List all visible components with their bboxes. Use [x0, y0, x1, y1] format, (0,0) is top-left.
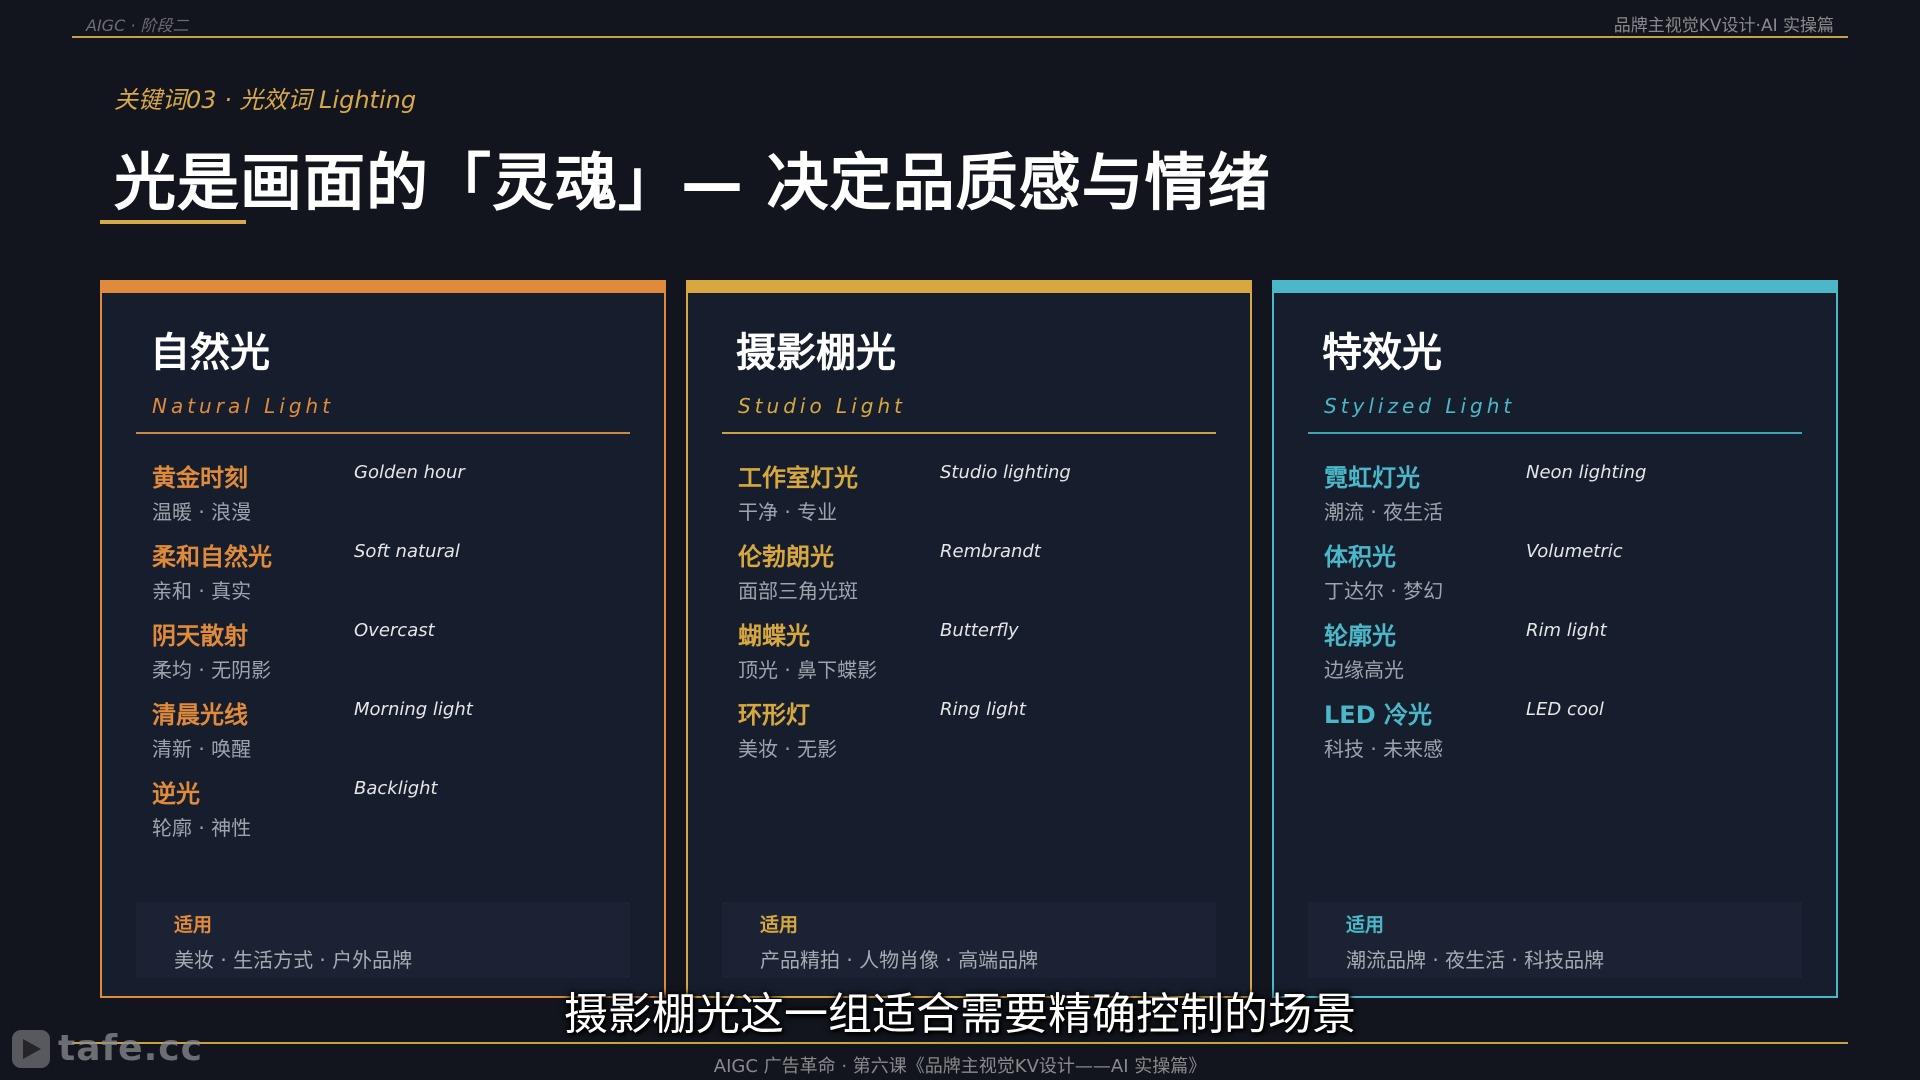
list-item: 轮廓光 边缘高光 Rim light: [1324, 616, 1794, 695]
item-name: 阴天散射: [152, 622, 248, 650]
item-en: Volumetric: [1526, 541, 1623, 562]
usage-label: 适用: [760, 914, 799, 936]
footer-divider: [72, 1042, 1848, 1044]
item-en: Rembrandt: [940, 541, 1041, 562]
list-item: 清晨光线 清新 · 唤醒 Morning light: [152, 695, 622, 774]
item-desc: 面部三角光斑: [738, 579, 858, 603]
list-item: 阴天散射 柔均 · 无阴影 Overcast: [152, 616, 622, 695]
footer-text: AIGC 广告革命 · 第六课《品牌主视觉KV设计——AI 实操篇》: [713, 1056, 1207, 1077]
item-en: Rim light: [1526, 620, 1607, 641]
item-en: Morning light: [354, 699, 473, 720]
item-desc: 轮廓 · 神性: [152, 816, 252, 840]
item-name: 体积光: [1324, 543, 1396, 571]
item-desc: 温暖 · 浪漫: [152, 500, 252, 524]
item-desc: 亲和 · 真实: [152, 579, 252, 603]
list-item: 逆光 轮廓 · 神性 Backlight: [152, 774, 622, 853]
item-en: Backlight: [354, 778, 438, 799]
item-name: 逆光: [152, 780, 200, 808]
item-name: 轮廓光: [1324, 622, 1396, 650]
usage-box: 适用 产品精拍 · 人物肖像 · 高端品牌: [722, 902, 1216, 978]
card-title: 自然光: [150, 330, 270, 376]
top-bar: AIGC · 阶段二 品牌主视觉KV设计·AI 实操篇: [72, 10, 1848, 38]
item-desc: 清新 · 唤醒: [152, 737, 252, 761]
item-name: 霓虹灯光: [1324, 464, 1420, 492]
item-desc: 丁达尔 · 梦幻: [1324, 579, 1444, 603]
card-accent-bar: [1272, 280, 1838, 293]
item-desc: 潮流 · 夜生活: [1324, 500, 1444, 524]
course-label: 品牌主视觉KV设计·AI 实操篇: [1613, 16, 1834, 36]
usage-box: 适用 美妆 · 生活方式 · 户外品牌: [136, 902, 630, 978]
usage-label: 适用: [1346, 914, 1385, 936]
item-desc: 柔均 · 无阴影: [152, 658, 272, 682]
card-divider: [136, 432, 630, 434]
card-natural-light: 自然光 Natural Light 黄金时刻 温暖 · 浪漫 Golden ho…: [100, 280, 666, 998]
card-subtitle: Natural Light: [152, 394, 335, 418]
card-title: 摄影棚光: [736, 330, 896, 376]
item-en: Neon lighting: [1526, 462, 1647, 483]
item-en: Overcast: [354, 620, 435, 641]
stage-label: AIGC · 阶段二: [86, 16, 189, 35]
item-name: 伦勃朗光: [738, 543, 834, 571]
card-divider: [722, 432, 1216, 434]
video-subtitle: 摄影棚光这一组适合需要精确控制的场景: [564, 989, 1356, 1040]
item-en: Ring light: [940, 699, 1026, 720]
title-underline: [100, 220, 246, 224]
list-item: 柔和自然光 亲和 · 真实 Soft natural: [152, 537, 622, 616]
card-divider: [1308, 432, 1802, 434]
card-subtitle: Studio Light: [738, 394, 906, 418]
item-name: 清晨光线: [152, 701, 248, 729]
card-title: 特效光: [1322, 330, 1442, 376]
item-desc: 边缘高光: [1324, 658, 1404, 682]
item-name: 工作室灯光: [738, 464, 858, 492]
list-item: LED 冷光 科技 · 未来感 LED cool: [1324, 695, 1794, 774]
play-logo-icon: [12, 1030, 50, 1068]
item-desc: 顶光 · 鼻下蝶影: [738, 658, 878, 682]
watermark-text: tafe.cc: [58, 1028, 203, 1069]
item-name: 环形灯: [738, 701, 810, 729]
card-accent-bar: [100, 280, 666, 293]
usage-label: 适用: [174, 914, 213, 936]
list-item: 黄金时刻 温暖 · 浪漫 Golden hour: [152, 458, 622, 537]
usage-value: 美妆 · 生活方式 · 户外品牌: [174, 948, 413, 972]
list-item: 霓虹灯光 潮流 · 夜生活 Neon lighting: [1324, 458, 1794, 537]
item-en: LED cool: [1526, 699, 1604, 720]
item-name: 黄金时刻: [152, 464, 248, 492]
list-item: 蝴蝶光 顶光 · 鼻下蝶影 Butterfly: [738, 616, 1208, 695]
item-name: 柔和自然光: [152, 543, 272, 571]
list-item: 工作室灯光 干净 · 专业 Studio lighting: [738, 458, 1208, 537]
card-subtitle: Stylized Light: [1324, 394, 1516, 418]
usage-box: 适用 潮流品牌 · 夜生活 · 科技品牌: [1308, 902, 1802, 978]
item-desc: 科技 · 未来感: [1324, 737, 1444, 761]
card-accent-bar: [686, 280, 1252, 293]
usage-value: 产品精拍 · 人物肖像 · 高端品牌: [760, 948, 1039, 972]
page-title: 光是画面的「灵魂」— 决定品质感与情绪: [114, 146, 1271, 219]
card-stylized-light: 特效光 Stylized Light 霓虹灯光 潮流 · 夜生活 Neon li…: [1272, 280, 1838, 998]
usage-value: 潮流品牌 · 夜生活 · 科技品牌: [1346, 948, 1605, 972]
item-desc: 美妆 · 无影: [738, 737, 838, 761]
item-en: Soft natural: [354, 541, 460, 562]
item-en: Butterfly: [940, 620, 1019, 641]
card-studio-light: 摄影棚光 Studio Light 工作室灯光 干净 · 专业 Studio l…: [686, 280, 1252, 998]
item-en: Golden hour: [354, 462, 465, 483]
list-item: 环形灯 美妆 · 无影 Ring light: [738, 695, 1208, 774]
item-desc: 干净 · 专业: [738, 500, 838, 524]
list-item: 伦勃朗光 面部三角光斑 Rembrandt: [738, 537, 1208, 616]
list-item: 体积光 丁达尔 · 梦幻 Volumetric: [1324, 537, 1794, 616]
section-kicker: 关键词03 · 光效词 Lighting: [114, 86, 417, 114]
item-en: Studio lighting: [940, 462, 1071, 483]
item-name: 蝴蝶光: [738, 622, 810, 650]
item-name: LED 冷光: [1324, 701, 1432, 729]
